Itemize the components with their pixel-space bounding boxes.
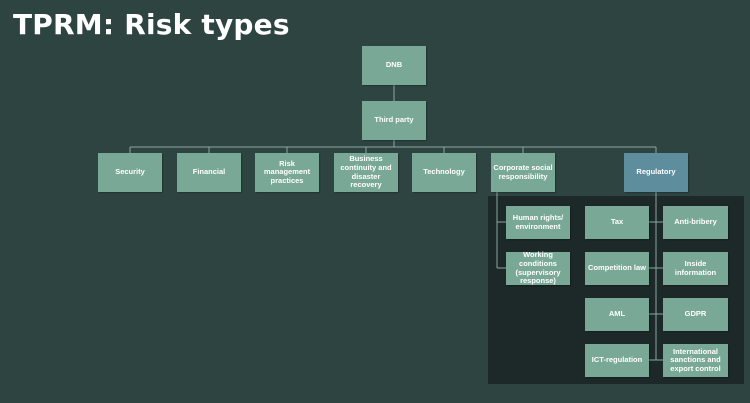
node-human-rights: Human rights/ environment: [506, 206, 570, 239]
node-sanctions: International sanctions and export contr…: [663, 344, 728, 377]
node-financial: Financial: [177, 153, 241, 192]
node-gdpr: GDPR: [663, 298, 728, 331]
node-ict-regulation: ICT-regulation: [585, 344, 649, 377]
node-technology: Technology: [412, 153, 476, 192]
node-business-continuity: Business continuity and disaster recover…: [334, 153, 398, 192]
node-working-conditions: Working conditions (supervisory response…: [506, 250, 570, 285]
node-csr: Corporate social responsibility: [491, 153, 555, 192]
node-risk-management: Risk management practices: [255, 153, 319, 192]
node-aml: AML: [585, 298, 649, 331]
node-third-party: Third party: [362, 101, 426, 140]
node-anti-bribery: Anti-bribery: [663, 206, 728, 239]
node-inside-information: Inside information: [663, 252, 728, 285]
node-security: Security: [98, 153, 162, 192]
node-tax: Tax: [585, 206, 649, 239]
node-dnb: DNB: [362, 46, 426, 85]
node-regulatory: Regulatory: [624, 153, 688, 192]
node-competition-law: Competition law: [585, 252, 649, 285]
